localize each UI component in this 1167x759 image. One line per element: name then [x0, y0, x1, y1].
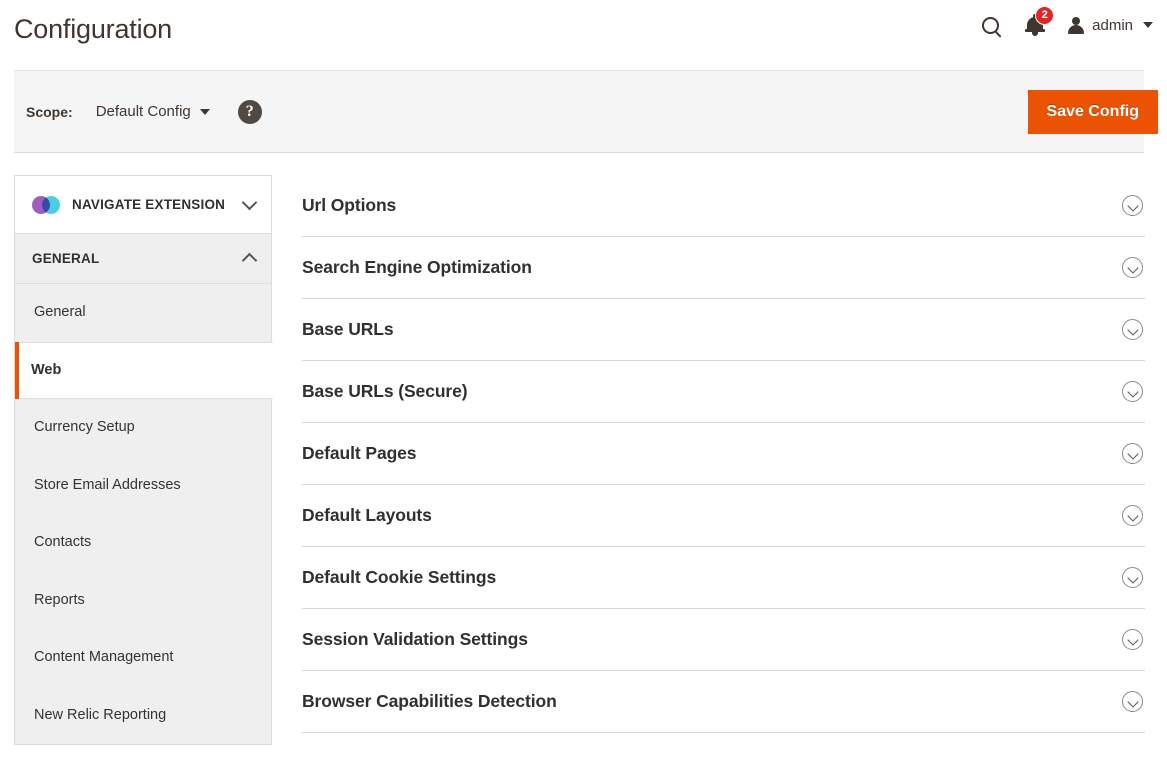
config-section-base-urls[interactable]: Base URLs	[302, 299, 1145, 361]
chevron-down-circle-icon[interactable]	[1122, 195, 1143, 216]
config-section-session-validation-settings[interactable]: Session Validation Settings	[302, 609, 1145, 671]
notifications-button[interactable]: 2	[1012, 6, 1058, 40]
help-icon[interactable]: ?	[237, 99, 262, 124]
navigate-extension-logo-icon	[32, 195, 60, 214]
search-button[interactable]	[968, 10, 1012, 40]
sidebar-section-label: GENERAL	[32, 251, 100, 266]
main-content-wrapper: NAVIGATE EXTENSION GENERAL General Web C…	[0, 175, 1167, 759]
config-section-search-engine-optimization[interactable]: Search Engine Optimization	[302, 237, 1145, 299]
page-header: Configuration 2 admin	[0, 0, 1167, 58]
save-config-button[interactable]: Save Config	[1027, 89, 1158, 134]
sidebar-section-navigate-extension[interactable]: NAVIGATE EXTENSION	[15, 176, 271, 234]
sidebar-item-label: Content Management	[34, 649, 174, 666]
chevron-down-circle-icon[interactable]	[1122, 443, 1143, 464]
sidebar-item-reports[interactable]: Reports	[15, 571, 271, 629]
sidebar-item-contacts[interactable]: Contacts	[15, 514, 271, 572]
chevron-down-icon	[241, 194, 258, 210]
config-section-default-cookie-settings[interactable]: Default Cookie Settings	[302, 547, 1145, 609]
section-title: Base URLs (Secure)	[302, 381, 468, 401]
chevron-down-circle-icon[interactable]	[1122, 257, 1143, 278]
section-title: Default Cookie Settings	[302, 567, 497, 587]
sidebar-item-label: Store Email Addresses	[34, 476, 181, 493]
sidebar-section-label: NAVIGATE EXTENSION	[72, 197, 226, 212]
chevron-down-circle-icon[interactable]	[1122, 567, 1143, 588]
search-icon	[981, 16, 999, 34]
header-actions: 2 admin	[968, 6, 1153, 40]
sidebar-item-label: Contacts	[34, 534, 92, 551]
sidebar-item-general[interactable]: General	[15, 284, 271, 342]
scope-bar: Scope: Default Config ? Save Config	[14, 70, 1158, 153]
scope-selected-value: Default Config	[95, 103, 191, 120]
section-title: Base URLs	[302, 319, 394, 339]
sidebar-item-label: Currency Setup	[34, 419, 135, 436]
sidebar-item-content-management[interactable]: Content Management	[15, 629, 271, 687]
sidebar-item-currency-setup[interactable]: Currency Setup	[15, 399, 271, 457]
config-section-browser-capabilities-detection[interactable]: Browser Capabilities Detection	[302, 671, 1145, 733]
sidebar-item-label: New Relic Reporting	[34, 706, 167, 723]
section-title: Url Options	[302, 195, 397, 215]
avatar-icon	[1068, 16, 1085, 34]
sidebar-item-label: Reports	[34, 591, 85, 608]
scope-selector[interactable]: Default Config	[96, 103, 210, 120]
sidebar-item-new-relic-reporting[interactable]: New Relic Reporting	[15, 686, 271, 744]
chevron-down-icon	[1143, 22, 1153, 28]
sidebar-item-label: General	[34, 304, 86, 321]
config-section-url-options[interactable]: Url Options	[302, 175, 1145, 237]
config-section-default-layouts[interactable]: Default Layouts	[302, 485, 1145, 547]
page-title: Configuration	[14, 14, 173, 44]
config-section-base-urls-secure[interactable]: Base URLs (Secure)	[302, 361, 1145, 423]
chevron-down-circle-icon[interactable]	[1122, 505, 1143, 526]
scope-label: Scope:	[26, 103, 73, 120]
section-title: Browser Capabilities Detection	[302, 691, 557, 711]
section-title: Session Validation Settings	[302, 629, 528, 649]
config-sections-list: Url Options Search Engine Optimization B…	[272, 175, 1167, 759]
config-nav-panel: NAVIGATE EXTENSION GENERAL General Web C…	[14, 175, 273, 745]
config-nav-sidebar: NAVIGATE EXTENSION GENERAL General Web C…	[0, 175, 273, 759]
chevron-down-circle-icon[interactable]	[1122, 691, 1143, 712]
notification-count-badge: 2	[1035, 6, 1055, 25]
chevron-down-circle-icon[interactable]	[1122, 319, 1143, 340]
section-title: Default Pages	[302, 443, 417, 463]
user-name-label: admin	[1092, 16, 1133, 34]
section-title: Search Engine Optimization	[302, 257, 532, 277]
sidebar-item-store-email-addresses[interactable]: Store Email Addresses	[15, 456, 271, 514]
chevron-down-circle-icon[interactable]	[1122, 629, 1143, 650]
chevron-down-circle-icon[interactable]	[1122, 381, 1143, 402]
section-title: Default Layouts	[302, 505, 432, 525]
chevron-up-icon	[241, 252, 258, 269]
user-menu[interactable]: admin	[1058, 10, 1153, 40]
chevron-down-icon	[199, 108, 210, 115]
sidebar-item-label: Web	[31, 362, 62, 379]
config-section-default-pages[interactable]: Default Pages	[302, 423, 1145, 485]
sidebar-section-general[interactable]: GENERAL	[15, 234, 271, 284]
sidebar-item-web[interactable]: Web	[15, 341, 273, 399]
